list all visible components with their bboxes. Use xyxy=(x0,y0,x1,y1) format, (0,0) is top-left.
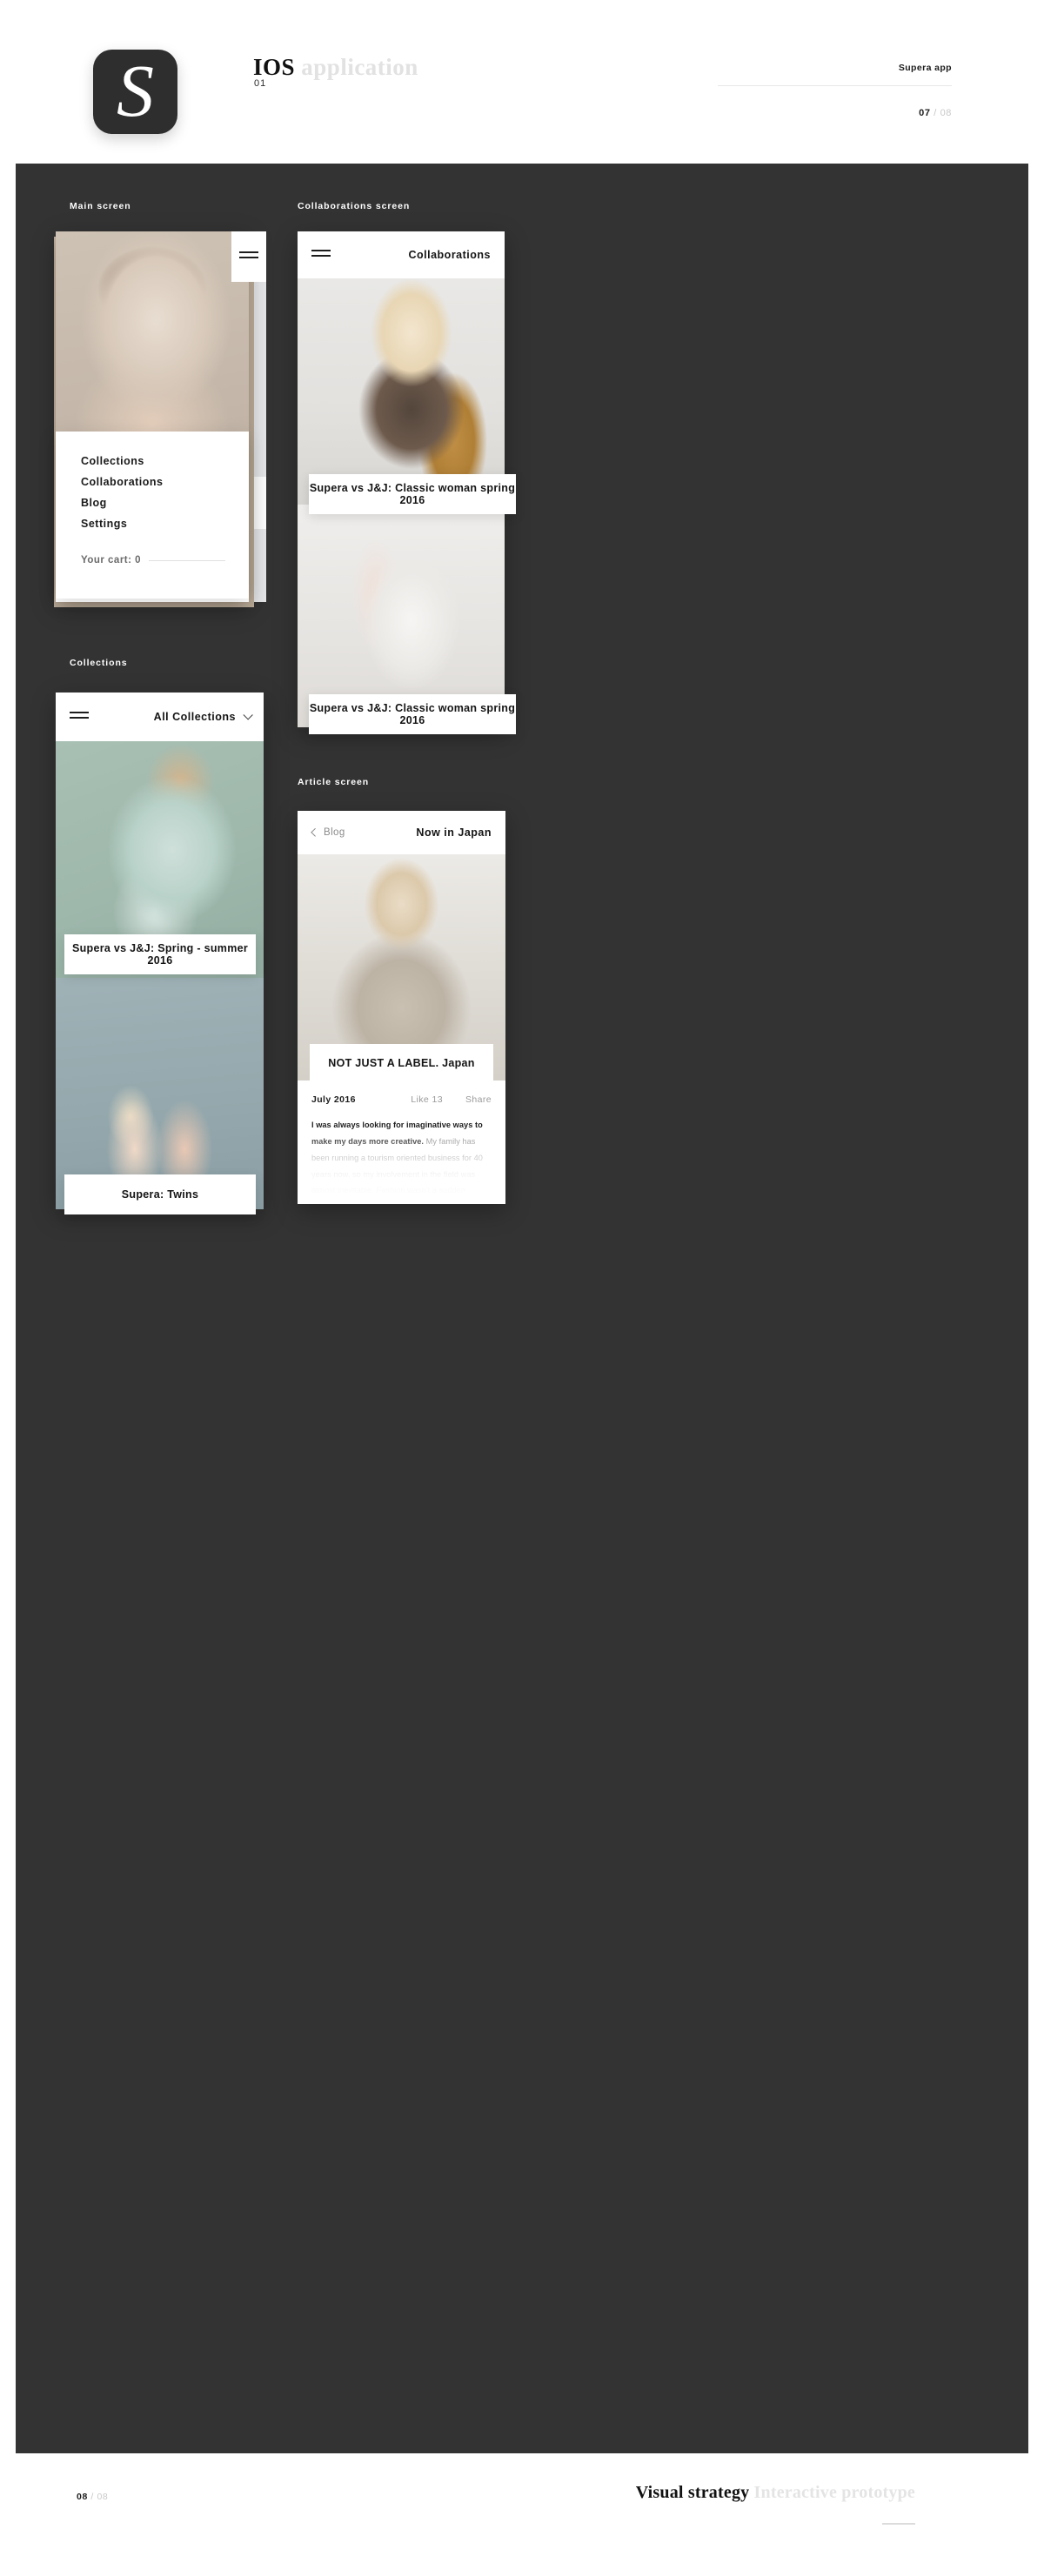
footer-divider xyxy=(882,2523,915,2525)
footer-title-light: Interactive prototype xyxy=(753,2483,915,2502)
collaboration-caption-2[interactable]: Supera vs J&J: Classic woman spring 2016 xyxy=(309,694,516,734)
section-number: 01 xyxy=(254,78,267,89)
section-label-article-screen: Article screen xyxy=(298,777,370,787)
article-title-plate: NOT JUST A LABEL. Japan xyxy=(310,1044,493,1082)
article-screen-device: Blog Now in Japan NOT JUST A LABEL. Japa… xyxy=(298,811,505,1204)
cart-divider xyxy=(149,559,225,561)
article-paragraph-1-rest: My family has been running a tourism ori… xyxy=(311,1136,483,1204)
article-bar-title: Now in Japan xyxy=(416,826,492,839)
collection-caption-1[interactable]: Supera vs J&J: Spring - summer 2016 xyxy=(64,934,256,974)
article-like-button[interactable]: Like 13 xyxy=(411,1094,443,1105)
footer-title: Visual strategy Interactive prototype xyxy=(0,2483,915,2503)
article-date: July 2016 xyxy=(311,1094,356,1105)
collections-filter[interactable]: All Collections xyxy=(153,710,253,723)
main-screen-menu-panel: Collections Collaborations Blog Settings… xyxy=(56,432,249,599)
collaboration-photo-1[interactable] xyxy=(298,278,505,505)
article-back-label: Blog xyxy=(324,827,345,838)
showcase-canvas: Main screen Collections Collaborations B… xyxy=(16,164,1028,2453)
hamburger-icon[interactable] xyxy=(70,711,89,723)
page-total: 08 xyxy=(940,108,952,118)
collection-caption-2[interactable]: Supera: Twins xyxy=(64,1174,256,1214)
page-footer: 08 / 08 Visual strategy Interactive prot… xyxy=(0,2453,1044,2576)
main-screen-menu-plate[interactable] xyxy=(231,231,266,282)
page-indicator: 07 / 08 xyxy=(0,108,952,118)
page-current: 07 xyxy=(919,108,931,118)
article-share-button[interactable]: Share xyxy=(465,1094,492,1105)
collaborations-bar-title: Collaborations xyxy=(408,249,491,261)
section-label-collections: Collections xyxy=(70,658,128,668)
cart-label: Your cart: 0 xyxy=(81,555,142,565)
menu-item-settings[interactable]: Settings xyxy=(81,518,127,530)
article-paragraph-1: I was always looking for imaginative way… xyxy=(311,1117,493,1204)
hamburger-icon[interactable] xyxy=(239,251,258,263)
chevron-down-icon[interactable] xyxy=(243,710,253,720)
collections-filter-label: All Collections xyxy=(153,711,236,723)
hamburger-icon[interactable] xyxy=(311,249,331,261)
article-back-link[interactable]: Blog xyxy=(311,827,345,838)
menu-item-collections[interactable]: Collections xyxy=(81,455,144,467)
collaborations-topbar: Collaborations xyxy=(298,231,505,278)
article-paragraph-2: Back then, it felt like there was an int… xyxy=(311,1201,493,1204)
cart-row[interactable]: Your cart: 0 xyxy=(81,555,225,565)
page-separator: / xyxy=(934,108,937,118)
section-label-collaborations-screen: Collaborations screen xyxy=(298,201,411,211)
project-label: Supera app xyxy=(898,63,952,73)
chevron-left-icon[interactable] xyxy=(311,827,320,837)
section-label-main-screen: Main screen xyxy=(70,201,131,211)
header-divider xyxy=(718,85,952,86)
article-meta-row: July 2016 Like 13 Share xyxy=(311,1094,492,1105)
menu-item-collaborations[interactable]: Collaborations xyxy=(81,476,164,488)
article-topbar: Blog Now in Japan xyxy=(298,811,505,854)
collaboration-caption-1[interactable]: Supera vs J&J: Classic woman spring 2016 xyxy=(309,474,516,514)
footer-title-bold: Visual strategy xyxy=(635,2483,750,2502)
collections-topbar: All Collections xyxy=(56,693,264,741)
menu-item-blog[interactable]: Blog xyxy=(81,497,107,509)
